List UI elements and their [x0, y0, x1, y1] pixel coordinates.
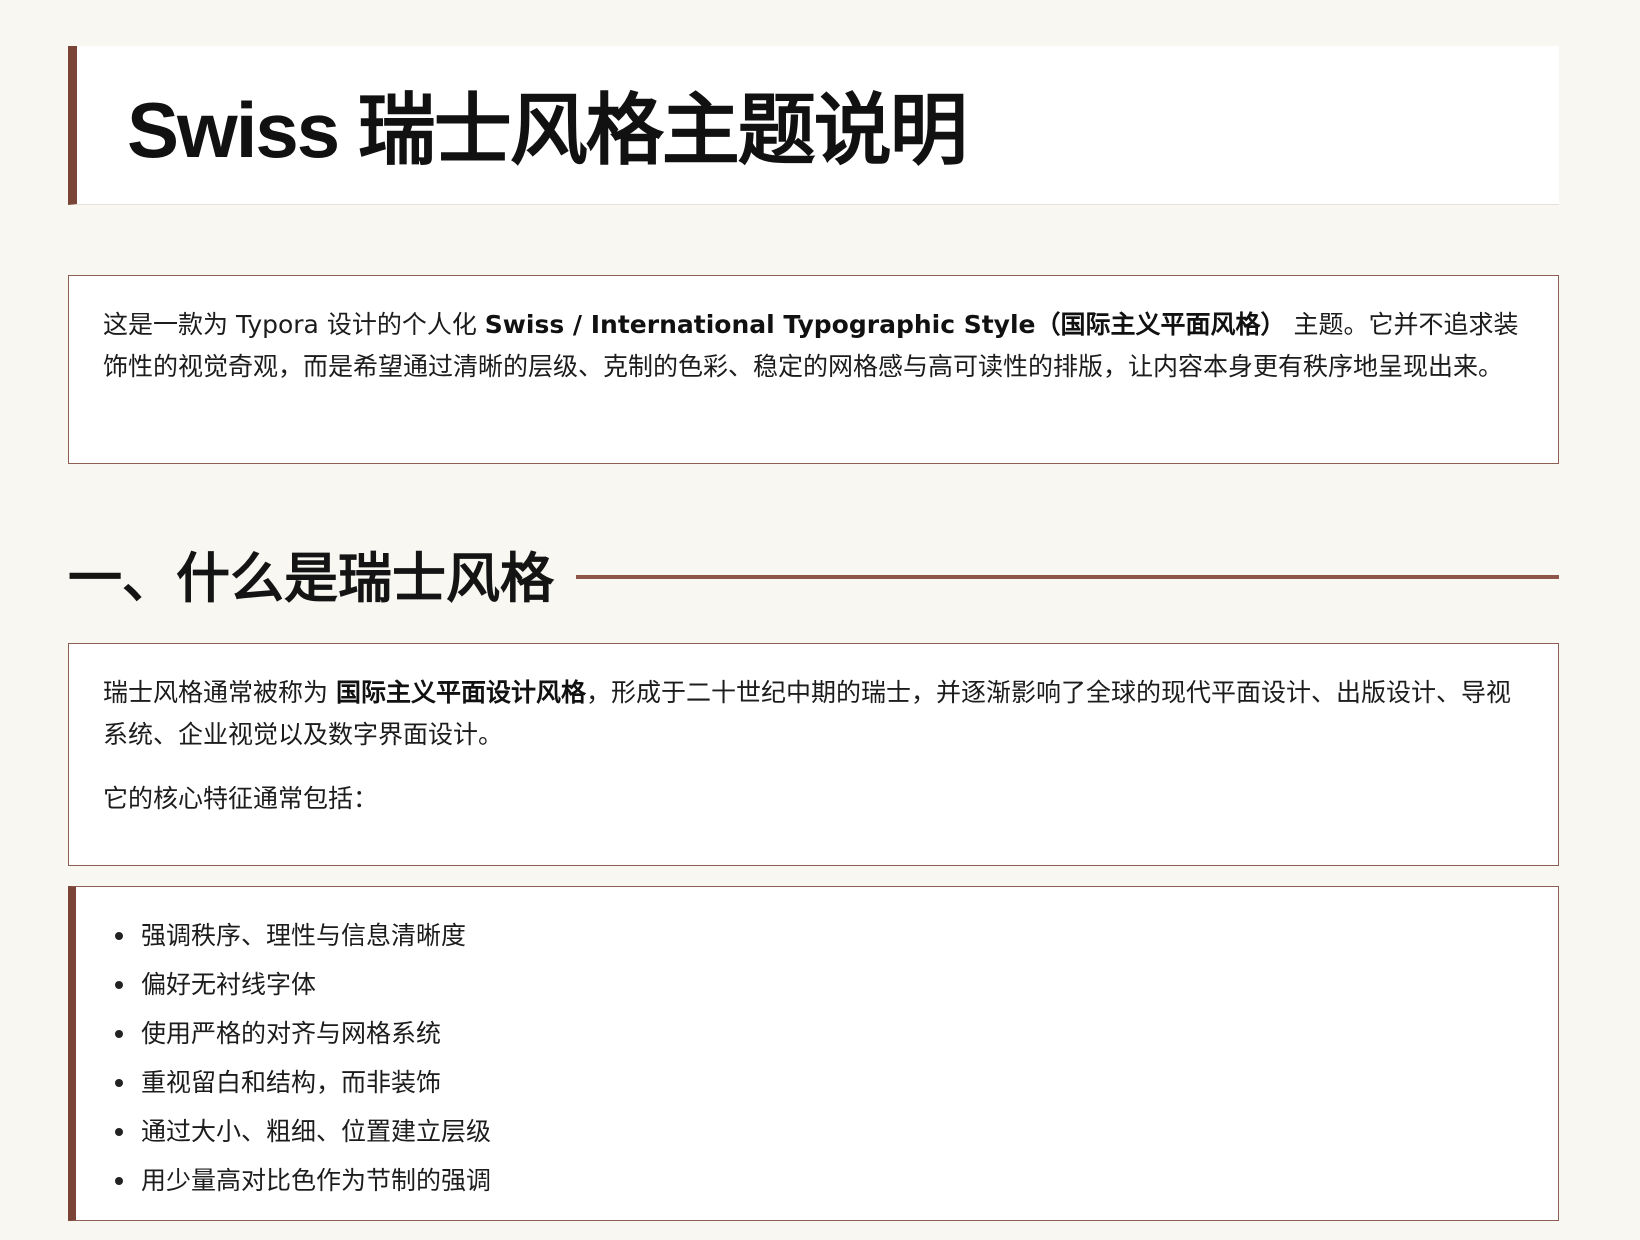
section-heading: 一、什么是瑞士风格: [68, 544, 1559, 614]
section-text-strong: 国际主义平面设计风格: [335, 678, 586, 707]
list-item: 偏好无衬线字体: [115, 960, 1558, 1009]
section-title: 一、什么是瑞士风格: [68, 547, 554, 610]
feature-list: 强调秩序、理性与信息清晰度 偏好无衬线字体 使用严格的对齐与网格系统 重视留白和…: [76, 887, 1558, 1205]
section-text-pre: 瑞士风格通常被称为: [103, 678, 336, 707]
list-item: 通过大小、粗细、位置建立层级: [115, 1107, 1558, 1156]
section-paragraph-2: 它的核心特征通常包括：: [103, 784, 379, 813]
intro-text-strong: Swiss / International Typographic Style（…: [484, 310, 1286, 339]
intro-paragraph: 这是一款为 Typora 设计的个人化 Swiss / Internationa…: [103, 304, 1524, 388]
section-divider: [576, 575, 1559, 579]
intro-text-pre: 这是一款为 Typora 设计的个人化: [103, 310, 485, 339]
section-paragraph-1: 瑞士风格通常被称为 国际主义平面设计风格，形成于二十世纪中期的瑞士，并逐渐影响了…: [103, 672, 1524, 756]
feature-list-card: 强调秩序、理性与信息清晰度 偏好无衬线字体 使用严格的对齐与网格系统 重视留白和…: [68, 886, 1559, 1221]
page-title: Swiss 瑞士风格主题说明: [127, 86, 968, 174]
title-block: Swiss 瑞士风格主题说明: [68, 46, 1559, 205]
intro-card: 这是一款为 Typora 设计的个人化 Swiss / Internationa…: [68, 275, 1559, 464]
list-item: 强调秩序、理性与信息清晰度: [115, 911, 1558, 960]
section-card: 瑞士风格通常被称为 国际主义平面设计风格，形成于二十世纪中期的瑞士，并逐渐影响了…: [68, 643, 1559, 866]
document-page: Swiss 瑞士风格主题说明 这是一款为 Typora 设计的个人化 Swiss…: [0, 0, 1640, 1240]
list-item: 用少量高对比色作为节制的强调: [115, 1156, 1558, 1205]
list-item: 使用严格的对齐与网格系统: [115, 1009, 1558, 1058]
list-item: 重视留白和结构，而非装饰: [115, 1058, 1558, 1107]
